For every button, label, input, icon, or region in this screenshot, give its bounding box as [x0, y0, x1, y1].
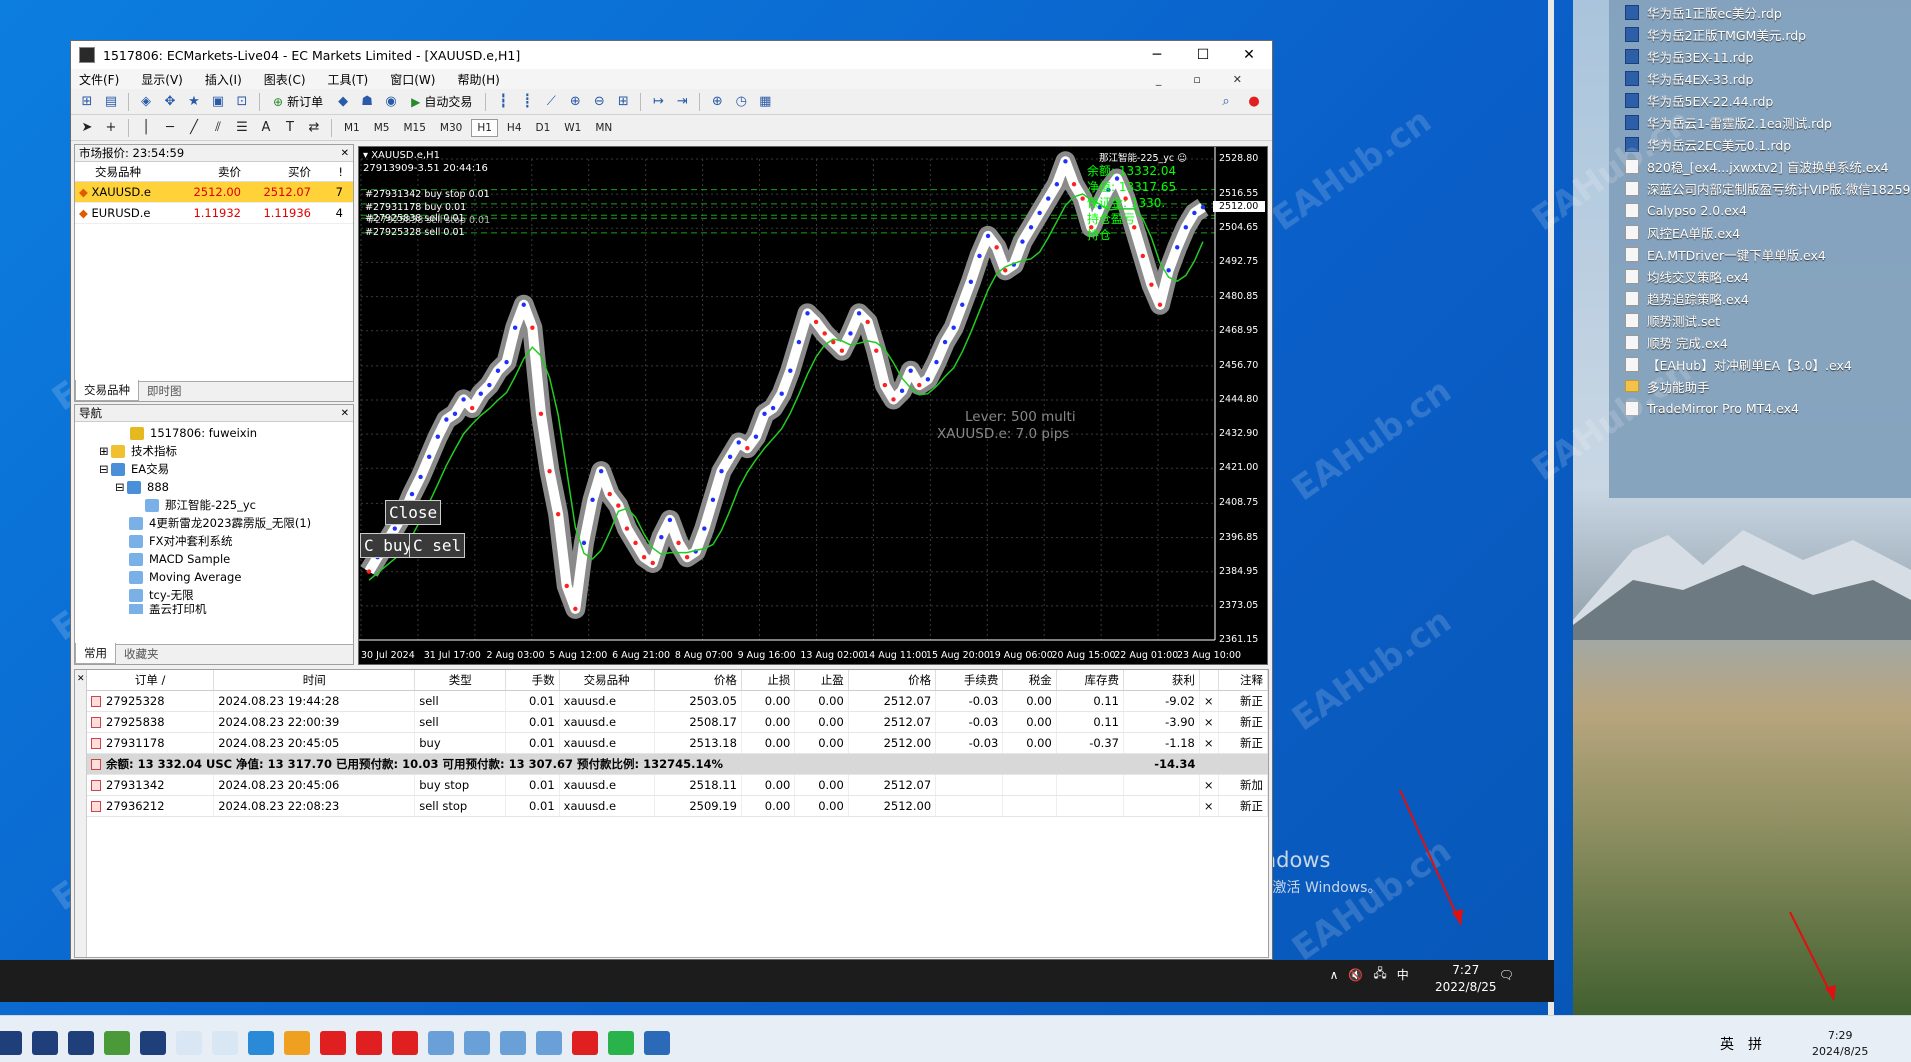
outer-date: 2024/8/25 — [1812, 1045, 1869, 1058]
taskbar-app-icon[interactable] — [248, 1031, 274, 1055]
taskbar-app-icon[interactable] — [0, 1031, 22, 1055]
taskbar-app-icon[interactable] — [428, 1031, 454, 1055]
taskbar-app-icon[interactable] — [320, 1031, 346, 1055]
ime-english[interactable]: 英 — [1720, 1034, 1734, 1054]
outer-time: 7:29 — [1827, 1029, 1853, 1042]
taskbar-app-icon[interactable] — [536, 1031, 562, 1055]
outer-tray: 英 拼 — [1720, 1034, 1762, 1054]
annotation-arrows — [1399, 789, 1836, 1001]
ime-pinyin[interactable]: 拼 — [1748, 1034, 1762, 1054]
taskbar-app-icon[interactable] — [572, 1031, 598, 1055]
red-arrow — [1789, 911, 1835, 1001]
red-arrow — [1399, 789, 1462, 926]
taskbar-app-icon[interactable] — [500, 1031, 526, 1055]
taskbar-app-icon[interactable] — [284, 1031, 310, 1055]
taskbar-app-icon[interactable] — [140, 1031, 166, 1055]
taskbar-app-icon[interactable] — [464, 1031, 490, 1055]
taskbar-app-icon[interactable] — [212, 1031, 238, 1055]
taskbar-app-icon[interactable] — [68, 1031, 94, 1055]
taskbar-app-icon[interactable] — [356, 1031, 382, 1055]
taskbar-app-icon[interactable] — [32, 1031, 58, 1055]
taskbar-app-icon[interactable] — [608, 1031, 634, 1055]
taskbar-app-icon[interactable] — [176, 1031, 202, 1055]
outer-clock[interactable]: 7:29 2024/8/25 — [1812, 1028, 1868, 1060]
taskbar-app-icon[interactable] — [644, 1031, 670, 1055]
taskbar-app-icon[interactable] — [392, 1031, 418, 1055]
red-arrow-head — [1452, 909, 1463, 925]
taskbar-app-icon[interactable] — [104, 1031, 130, 1055]
